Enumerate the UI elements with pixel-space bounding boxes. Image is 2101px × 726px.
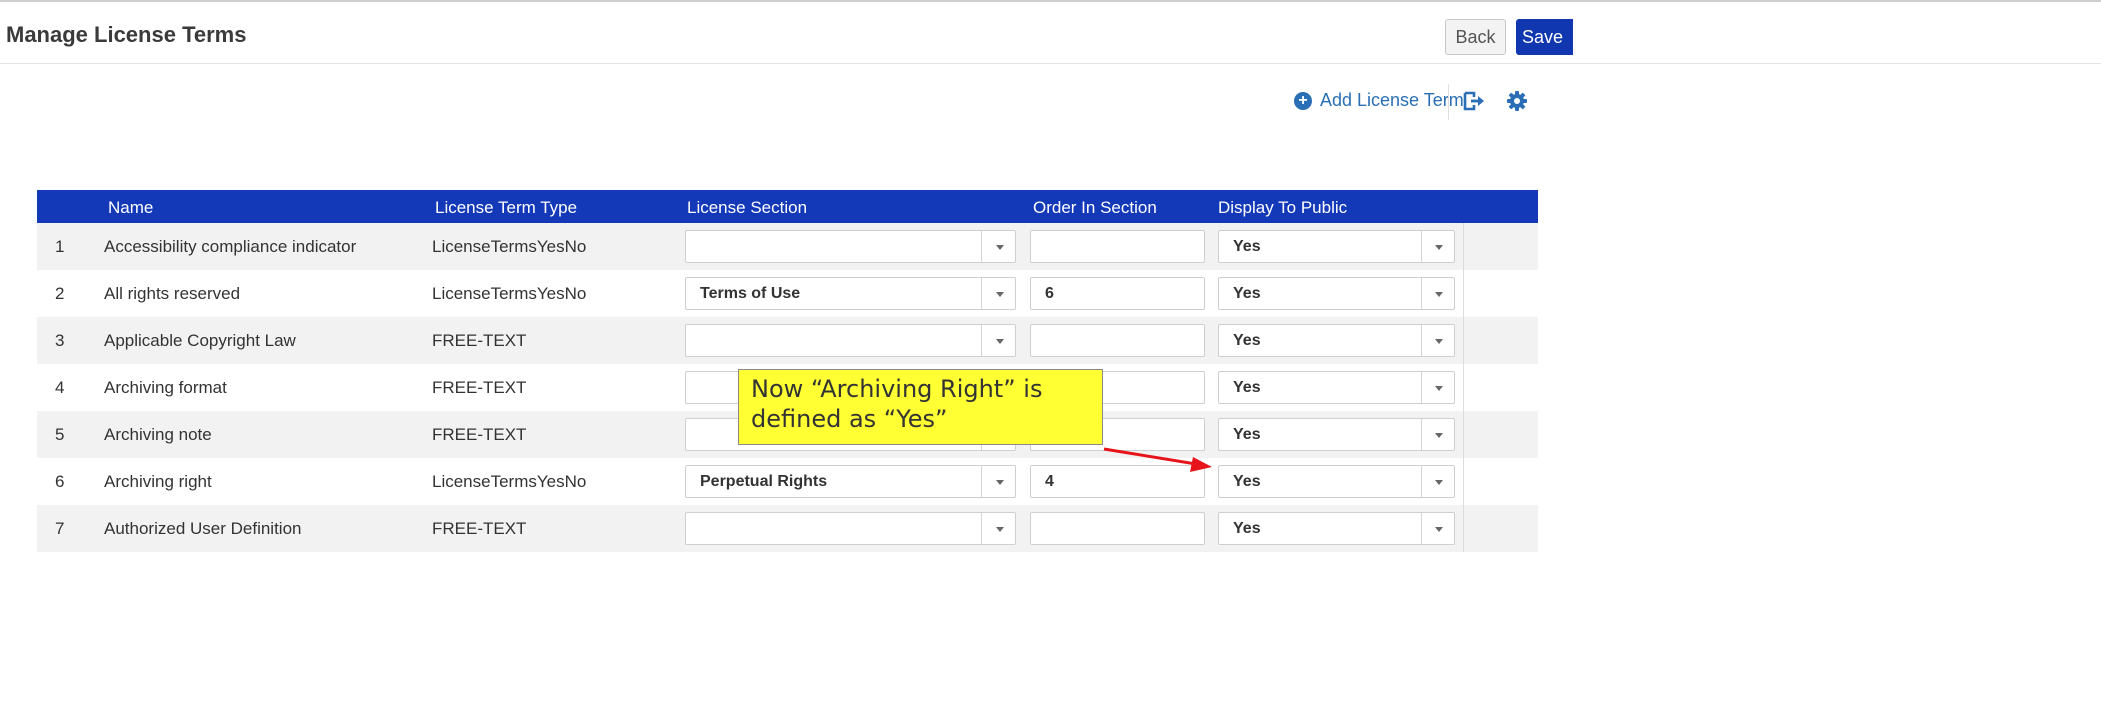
display-to-public-select[interactable]: Yes xyxy=(1218,418,1455,451)
chevron-down-icon xyxy=(1435,292,1443,297)
chevron-down-icon xyxy=(996,245,1004,250)
chevron-down-icon xyxy=(996,292,1004,297)
chevron-down-icon xyxy=(1435,433,1443,438)
gear-icon[interactable] xyxy=(1506,90,1528,112)
chevron-down-icon xyxy=(1435,339,1443,344)
order-in-section-input[interactable]: 4 xyxy=(1030,465,1205,498)
column-header-order[interactable]: Order In Section xyxy=(1033,198,1157,218)
display-to-public-select[interactable]: Yes xyxy=(1218,324,1455,357)
row-index: 7 xyxy=(55,519,65,538)
add-license-term-label: Add License Term xyxy=(1320,90,1464,110)
term-type: LicenseTermsYesNo xyxy=(432,284,587,303)
row-index: 6 xyxy=(55,472,65,491)
annotation-line-2: defined as “Yes” xyxy=(751,405,948,433)
order-in-section-input[interactable]: 6 xyxy=(1030,277,1205,310)
column-header-public[interactable]: Display To Public xyxy=(1218,198,1347,218)
table-row: 2 All rights reserved LicenseTermsYesNo … xyxy=(37,270,1538,317)
license-section-value: Terms of Use xyxy=(700,285,801,302)
toolbar-divider xyxy=(1448,84,1449,120)
annotation-line-1: Now “Archiving Right” is xyxy=(751,375,1043,403)
column-header-name[interactable]: Name xyxy=(108,198,153,218)
annotation-callout: Now “Archiving Right” is defined as “Yes… xyxy=(738,369,1103,445)
display-to-public-select[interactable]: Yes xyxy=(1218,465,1455,498)
license-section-select[interactable] xyxy=(685,512,1016,545)
chevron-down-icon xyxy=(1435,527,1443,532)
term-type: FREE-TEXT xyxy=(432,519,527,538)
order-in-section-input[interactable] xyxy=(1030,324,1205,357)
term-name: All rights reserved xyxy=(104,284,241,303)
display-to-public-select[interactable]: Yes xyxy=(1218,230,1455,263)
plus-circle-icon: + xyxy=(1294,91,1312,110)
license-section-select[interactable] xyxy=(685,230,1016,263)
table-toolbar: + Add License Term xyxy=(0,82,2101,122)
table-header: Name License Term Type License Section O… xyxy=(37,190,1538,223)
term-type: LicenseTermsYesNo xyxy=(432,237,587,256)
back-button[interactable]: Back xyxy=(1445,19,1506,55)
page-header: Manage License Terms Back Save xyxy=(0,2,2101,64)
column-header-section[interactable]: License Section xyxy=(687,198,807,218)
term-name: Authorized User Definition xyxy=(104,519,302,538)
license-section-select[interactable]: Perpetual Rights xyxy=(685,465,1016,498)
column-header-type[interactable]: License Term Type xyxy=(435,198,577,218)
display-to-public-select[interactable]: Yes xyxy=(1218,371,1455,404)
chevron-down-icon xyxy=(996,480,1004,485)
term-name: Archiving note xyxy=(104,425,212,444)
term-type: FREE-TEXT xyxy=(432,378,527,397)
order-value: 4 xyxy=(1045,473,1054,490)
display-to-public-value: Yes xyxy=(1233,426,1261,443)
display-to-public-value: Yes xyxy=(1233,379,1261,396)
chevron-down-icon xyxy=(1435,245,1443,250)
row-index: 5 xyxy=(55,425,65,444)
display-to-public-value: Yes xyxy=(1233,285,1261,302)
page-title: Manage License Terms xyxy=(6,22,247,47)
order-in-section-input[interactable] xyxy=(1030,230,1205,263)
table-row: 1 Accessibility compliance indicator Lic… xyxy=(37,223,1538,270)
export-icon[interactable] xyxy=(1462,90,1486,112)
order-value: 6 xyxy=(1045,285,1054,302)
license-section-select[interactable] xyxy=(685,324,1016,357)
term-name: Accessibility compliance indicator xyxy=(104,237,357,256)
term-name: Archiving right xyxy=(104,472,212,491)
row-index: 1 xyxy=(55,237,65,256)
row-index: 3 xyxy=(55,331,65,350)
save-button[interactable]: Save xyxy=(1516,19,1573,55)
add-license-term-button[interactable]: + Add License Term xyxy=(1294,90,1464,111)
display-to-public-select[interactable]: Yes xyxy=(1218,512,1455,545)
table-row: 3 Applicable Copyright Law FREE-TEXT Yes xyxy=(37,317,1538,364)
chevron-down-icon xyxy=(1435,386,1443,391)
term-type: LicenseTermsYesNo xyxy=(432,472,587,491)
license-section-value: Perpetual Rights xyxy=(700,473,828,490)
chevron-down-icon xyxy=(996,339,1004,344)
term-name: Applicable Copyright Law xyxy=(104,331,296,350)
display-to-public-select[interactable]: Yes xyxy=(1218,277,1455,310)
term-type: FREE-TEXT xyxy=(432,425,527,444)
row-index: 4 xyxy=(55,378,65,397)
term-type: FREE-TEXT xyxy=(432,331,527,350)
table-row: 6 Archiving right LicenseTermsYesNo Perp… xyxy=(37,458,1538,505)
row-index: 2 xyxy=(55,284,65,303)
display-to-public-value: Yes xyxy=(1233,238,1261,255)
order-in-section-input[interactable] xyxy=(1030,512,1205,545)
license-section-select[interactable]: Terms of Use xyxy=(685,277,1016,310)
chevron-down-icon xyxy=(996,527,1004,532)
term-name: Archiving format xyxy=(104,378,227,397)
chevron-down-icon xyxy=(1435,480,1443,485)
display-to-public-value: Yes xyxy=(1233,332,1261,349)
display-to-public-value: Yes xyxy=(1233,520,1261,537)
table-row: 7 Authorized User Definition FREE-TEXT Y… xyxy=(37,505,1538,552)
display-to-public-value: Yes xyxy=(1233,473,1261,490)
